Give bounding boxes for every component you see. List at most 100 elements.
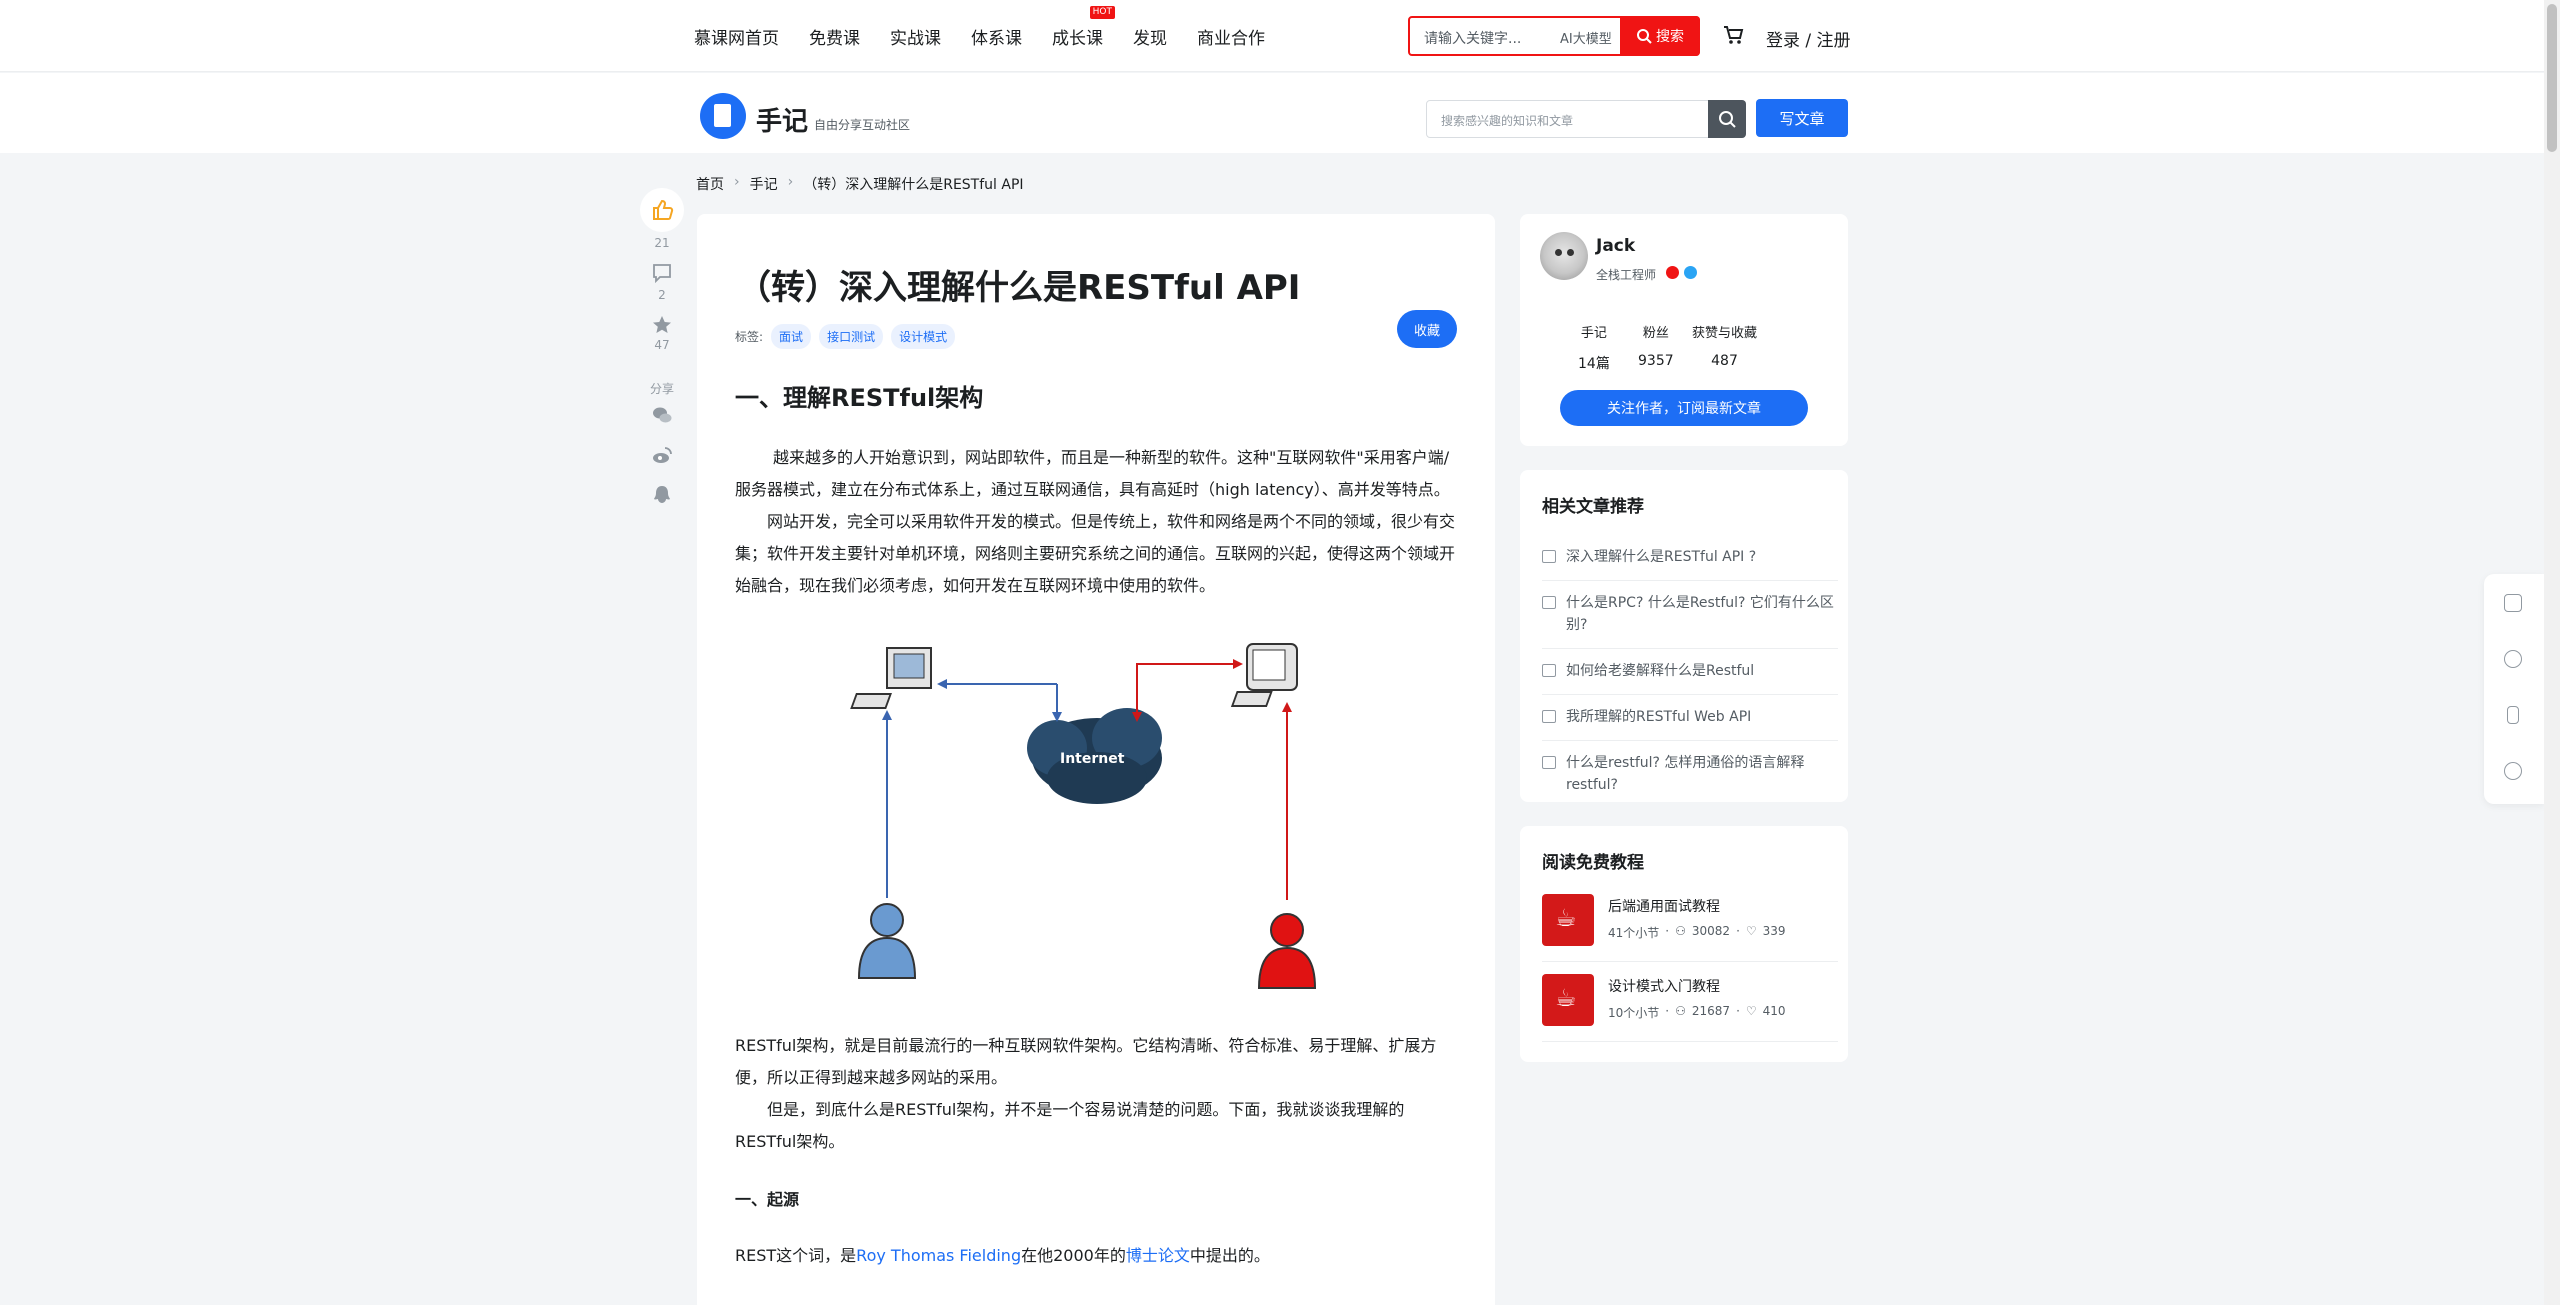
avatar[interactable] xyxy=(1540,232,1588,280)
search-icon xyxy=(1719,111,1736,128)
course-likes: 339 xyxy=(1762,924,1786,938)
breadcrumb-notes[interactable]: 手记 xyxy=(750,174,778,194)
top-search-input[interactable]: 请输入关键字... xyxy=(1424,28,1521,48)
qq-icon[interactable] xyxy=(651,484,673,506)
related-article-title: 深入理解什么是RESTful API ? xyxy=(1566,549,1757,565)
author-card: Jack 全栈工程师 手记 14篇 粉丝 9357 获赞与收藏 487 关注作者，订阅… xyxy=(1520,214,1848,446)
course-name: 设计模式入门教程 xyxy=(1608,979,1720,995)
stat-fans[interactable]: 粉丝 9357 xyxy=(1638,322,1674,369)
top-search-button[interactable]: 搜索 xyxy=(1620,16,1700,56)
paragraph: 但是，到底什么是RESTful架构，并不是一个容易说清楚的问题。下面，我就谈谈我… xyxy=(735,1100,1405,1151)
hot-badge: HOT xyxy=(1089,5,1115,19)
like-button[interactable] xyxy=(640,188,684,232)
collect-button[interactable]: 收藏 xyxy=(1397,310,1457,348)
article-search-input[interactable]: 搜索感兴趣的知识和文章 xyxy=(1441,112,1573,129)
separator-dot: · xyxy=(1665,924,1670,938)
write-article-button[interactable]: 写文章 xyxy=(1756,99,1848,137)
wechat-icon[interactable] xyxy=(651,404,673,426)
related-article[interactable]: 深入理解什么是RESTful API ? xyxy=(1542,534,1838,581)
nav-free-course[interactable]: 免费课 xyxy=(809,24,860,49)
nav-discover[interactable]: 发现 xyxy=(1133,24,1167,49)
nav-practical-course[interactable]: 实战课 xyxy=(890,24,941,49)
paragraph: 网站开发，完全可以采用软件开发的模式。但是传统上，软件和网络是两个不同的领域，很… xyxy=(735,512,1456,595)
course-sections: 41个小节 xyxy=(1608,926,1660,940)
star-icon[interactable] xyxy=(651,314,673,336)
related-article[interactable]: 我所理解的RESTful Web API xyxy=(1542,694,1838,741)
comment-count: 2 xyxy=(658,288,666,302)
weibo-icon[interactable] xyxy=(651,444,673,466)
author-name[interactable]: Jack xyxy=(1596,236,1635,256)
java-icon xyxy=(1542,894,1594,946)
section-heading: 一、理解RESTful架构 xyxy=(735,384,984,412)
related-article[interactable]: 什么是restful? 怎样用通俗的语言解释restful? xyxy=(1542,740,1838,808)
tag-item[interactable]: 面试 xyxy=(771,324,812,349)
course-learners: 21687 xyxy=(1691,1004,1731,1018)
separator-dot: · xyxy=(1665,1004,1670,1018)
course-meta: 41个小节 · ⚇ 30082 · ♡ 339 xyxy=(1608,924,1786,941)
page-scrollbar[interactable] xyxy=(2544,0,2560,1305)
top-navbar: 慕课网首页 免费课 实战课 体系课 成长课 HOT 发现 商业合作 请输入关键字.… xyxy=(0,0,2560,72)
course-sections: 10个小节 xyxy=(1608,1006,1660,1020)
course-item[interactable]: 后端通用面试教程 41个小节 · ⚇ 30082 · ♡ 339 xyxy=(1542,894,1838,962)
related-title: 相关文章推荐 xyxy=(1542,497,1644,517)
article-title: （转）深入理解什么是RESTful API xyxy=(737,268,1301,308)
breadcrumb-home[interactable]: 首页 xyxy=(696,174,724,194)
follow-author-button[interactable]: 关注作者，订阅最新文章 xyxy=(1560,390,1808,426)
notes-logo-icon[interactable] xyxy=(700,93,746,139)
top-search-box[interactable]: 请输入关键字... AI大模型 搜索 xyxy=(1408,16,1700,56)
level-badge-icon xyxy=(1666,266,1679,279)
ai-model-chip[interactable]: AI大模型 xyxy=(1560,28,1612,47)
article-search-box[interactable]: 搜索感兴趣的知识和文章 xyxy=(1426,100,1746,138)
related-article-title: 什么是RPC? 什么是Restful? 它们有什么区别? xyxy=(1566,595,1834,633)
help-icon[interactable] xyxy=(2504,650,2522,668)
nav-business[interactable]: 商业合作 xyxy=(1197,24,1265,49)
stat-value: 487 xyxy=(1711,353,1738,369)
tags-label: 标签: xyxy=(735,330,764,344)
course-name: 后端通用面试教程 xyxy=(1608,899,1720,915)
internet-architecture-diagram: Internet xyxy=(850,643,1317,989)
dissertation-link[interactable]: 博士论文 xyxy=(1126,1246,1190,1265)
stat-notes[interactable]: 手记 14篇 xyxy=(1578,322,1610,373)
roy-fielding-link[interactable]: Roy Thomas Fielding xyxy=(856,1246,1021,1265)
tag-item[interactable]: 设计模式 xyxy=(891,324,956,349)
text-span: 中提出的。 xyxy=(1189,1246,1270,1265)
nav-growth-label: 成长课 xyxy=(1052,28,1103,49)
mobile-app-icon[interactable] xyxy=(2507,706,2519,724)
diagram-internet-label: Internet xyxy=(1060,751,1125,767)
comment-icon[interactable] xyxy=(651,262,673,284)
section-header: 手记 自由分享互动社区 搜索感兴趣的知识和文章 写文章 xyxy=(0,73,2560,153)
document-icon xyxy=(1542,596,1556,609)
customer-service-icon[interactable] xyxy=(2504,762,2522,780)
nav-system-course[interactable]: 体系课 xyxy=(971,24,1022,49)
internet-cloud-icon: Internet xyxy=(1027,708,1162,804)
search-icon xyxy=(1637,29,1652,44)
document-icon xyxy=(1542,710,1556,723)
heart-icon: ♡ xyxy=(1745,1004,1757,1018)
breadcrumb: 首页 › 手记 › （转）深入理解什么是RESTful API xyxy=(696,174,1024,194)
main-nav: 慕课网首页 免费课 实战课 体系课 成长课 HOT 发现 商业合作 xyxy=(694,0,1295,72)
related-article[interactable]: 如何给老婆解释什么是Restful xyxy=(1542,648,1838,695)
course-item[interactable]: 设计模式入门教程 10个小节 · ⚇ 21687 · ♡ 410 xyxy=(1542,974,1838,1042)
paragraph: 越来越多的人开始意识到，网站即软件，而且是一种新型的软件。这种"互联网软件"采用… xyxy=(735,448,1450,499)
separator-dot: · xyxy=(1736,924,1740,938)
nav-growth-course[interactable]: 成长课 HOT xyxy=(1052,5,1115,49)
client-computer-icon xyxy=(850,647,932,709)
scrollbar-thumb[interactable] xyxy=(2547,4,2557,152)
tag-item[interactable]: 接口测试 xyxy=(819,324,884,349)
chevron-right-icon: › xyxy=(734,174,740,190)
subsection-heading: 一、起源 xyxy=(735,1190,800,1209)
java-icon xyxy=(1542,974,1594,1026)
feedback-icon[interactable] xyxy=(2504,594,2522,612)
login-register-link[interactable]: 登录 / 注册 xyxy=(1766,26,1851,51)
user-icon: ⚇ xyxy=(1675,924,1686,938)
nav-home[interactable]: 慕课网首页 xyxy=(694,24,779,49)
heart-icon: ♡ xyxy=(1745,924,1757,938)
related-article[interactable]: 什么是RPC? 什么是Restful? 它们有什么区别? xyxy=(1542,580,1838,649)
tag-list: 标签: 面试 接口测试 设计模式 xyxy=(735,324,956,349)
cart-icon[interactable] xyxy=(1722,24,1744,46)
brand-name[interactable]: 手记 xyxy=(756,101,808,138)
article-search-button[interactable] xyxy=(1708,100,1746,138)
like-count: 21 xyxy=(654,236,670,250)
author-title: 全栈工程师 xyxy=(1596,268,1657,282)
server-computer-icon xyxy=(1230,643,1298,707)
